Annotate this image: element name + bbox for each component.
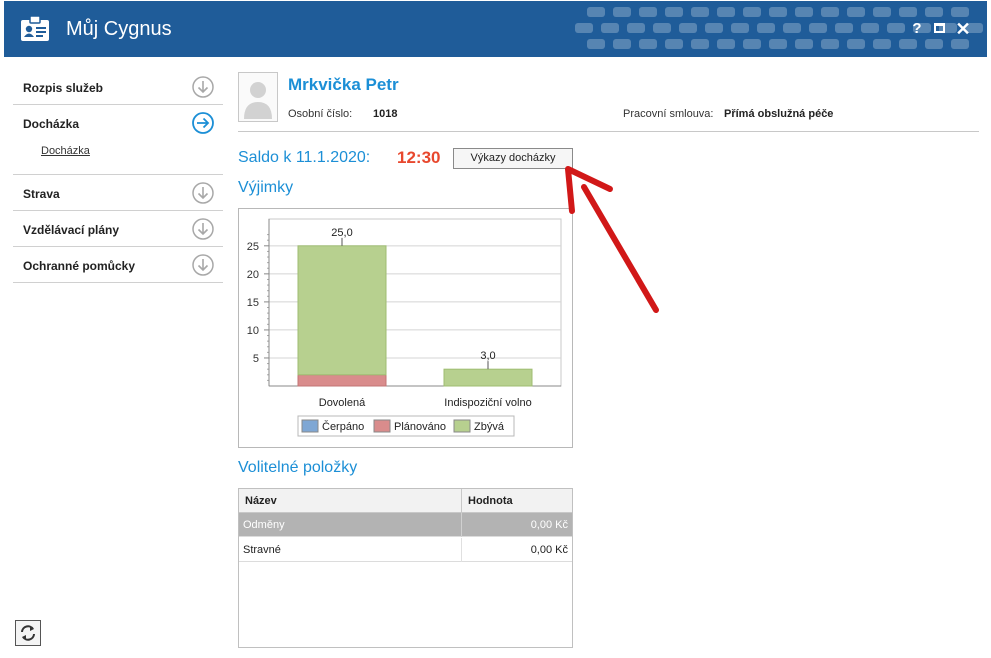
maximize-button[interactable] xyxy=(929,19,949,39)
bar-value-label: 25,0 xyxy=(331,227,352,239)
optional-items-table: Název Hodnota Odměny 0,00 Kč Stravné 0,0… xyxy=(238,488,573,648)
refresh-icon xyxy=(21,625,35,641)
column-divider xyxy=(461,513,462,537)
contract-label: Pracovní smlouva: xyxy=(623,108,714,120)
sidebar-item-ochranne-pomucky[interactable]: Ochranné pomůcky xyxy=(13,247,223,283)
column-divider xyxy=(461,538,462,562)
optional-items-title: Volitelné položky xyxy=(238,459,358,476)
id-badge-icon xyxy=(21,15,49,41)
saldo-label: Saldo k 11.1.2020: xyxy=(238,149,371,166)
cell-value: 0,00 Kč xyxy=(530,544,568,556)
arrow-right-circle-icon[interactable] xyxy=(192,112,214,134)
legend-swatch xyxy=(373,419,391,433)
bar-segment xyxy=(297,245,387,376)
annotation-arrow-icon xyxy=(565,166,659,313)
table-row[interactable]: Odměny 0,00 Kč xyxy=(239,513,572,537)
app-title: Můj Cygnus xyxy=(66,18,172,40)
chevron-down-circle-icon[interactable] xyxy=(192,254,214,276)
y-tick-label: 20 xyxy=(247,269,259,281)
exceptions-chart: 5 10 15 20 25 25,0 Dovolená 3,0 Indispoziční vol… xyxy=(238,208,573,448)
y-tick-label: 10 xyxy=(247,325,259,337)
sidebar: Rozpis služeb Docházka Docházka Strava V… xyxy=(13,69,223,283)
sidebar-item-vzdelavaci-plany[interactable]: Vzdělávací plány xyxy=(13,211,223,247)
personal-number-label: Osobní číslo: xyxy=(288,108,353,120)
sidebar-item-rozpis-sluzeb[interactable]: Rozpis služeb xyxy=(13,69,223,105)
chevron-down-circle-icon[interactable] xyxy=(192,76,214,98)
table-header: Název Hodnota xyxy=(239,489,572,513)
cell-name: Odměny xyxy=(243,519,285,531)
sidebar-item-dochazka[interactable]: Docházka xyxy=(13,105,223,141)
table-row[interactable]: Stravné 0,00 Kč xyxy=(239,538,572,562)
help-button[interactable]: ? xyxy=(907,19,927,39)
exceptions-chart-svg: 5 10 15 20 25 25,0 Dovolená 3,0 Indispoziční vol… xyxy=(247,218,562,437)
person-silhouette-icon xyxy=(244,82,272,119)
person-name: Mrkvička Petr xyxy=(288,75,399,94)
contract-value: Přímá obslužná péče xyxy=(724,108,834,120)
legend-swatch xyxy=(301,419,319,433)
maximize-icon xyxy=(933,22,945,33)
close-button[interactable]: ✕ xyxy=(953,19,973,39)
legend-label: Plánováno xyxy=(394,421,446,433)
column-divider xyxy=(461,489,462,513)
legend-swatch xyxy=(453,419,471,433)
y-tick-label: 25 xyxy=(247,241,259,253)
legend-label: Čerpáno xyxy=(322,420,364,433)
column-header-nazev[interactable]: Název xyxy=(245,495,277,507)
x-tick-label: Dovolená xyxy=(319,397,366,409)
legend-label: Zbývá xyxy=(474,421,505,433)
avatar xyxy=(238,72,278,122)
sidebar-sublink-dochazka[interactable]: Docházka xyxy=(41,145,90,157)
bar-segment xyxy=(297,374,387,387)
exceptions-title: Výjimky xyxy=(238,179,294,196)
bar-value-label: 3,0 xyxy=(480,350,495,362)
cell-value: 0,00 Kč xyxy=(530,519,568,531)
sidebar-item-label: Ochranné pomůcky xyxy=(23,259,136,273)
divider xyxy=(238,131,979,132)
personal-number-value: 1018 xyxy=(373,108,398,120)
vykazy-dochazky-button[interactable]: Výkazy docházky xyxy=(453,148,573,169)
cell-name: Stravné xyxy=(243,544,281,556)
y-tick-label: 5 xyxy=(253,353,259,365)
refresh-button[interactable] xyxy=(15,620,41,646)
title-bar: Můj Cygnus ? ✕ xyxy=(4,1,987,57)
sidebar-subitem-dochazka: Docházka xyxy=(13,141,223,175)
x-tick-label: Indispoziční volno xyxy=(444,397,531,409)
bar-segment xyxy=(443,368,533,387)
chevron-down-circle-icon[interactable] xyxy=(192,218,214,240)
sidebar-item-label: Vzdělávací plány xyxy=(23,223,120,237)
chevron-down-circle-icon[interactable] xyxy=(192,182,214,204)
sidebar-item-strava[interactable]: Strava xyxy=(13,175,223,211)
sidebar-item-label: Strava xyxy=(23,187,60,201)
sidebar-item-label: Docházka xyxy=(23,117,80,131)
sidebar-item-label: Rozpis služeb xyxy=(23,81,104,95)
y-tick-label: 15 xyxy=(247,297,259,309)
column-header-hodnota[interactable]: Hodnota xyxy=(468,495,513,507)
saldo-value: 12:30 xyxy=(397,148,441,167)
